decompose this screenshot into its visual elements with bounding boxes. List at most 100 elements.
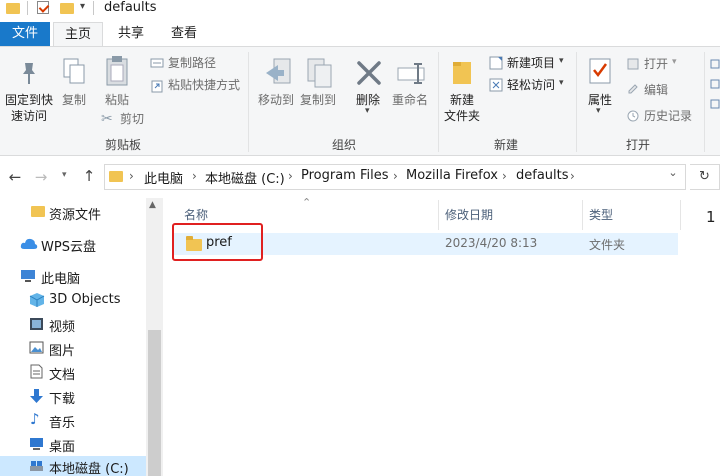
sidebar-item-wps-cloud[interactable]: WPS云盘 — [0, 232, 146, 256]
up-button[interactable]: ↑ — [80, 167, 98, 185]
rename-button[interactable]: 重命名 — [388, 92, 432, 108]
divider — [248, 52, 249, 152]
cut-button[interactable]: 剪切 — [120, 111, 144, 127]
breadcrumb-separator[interactable]: › — [288, 169, 293, 183]
select-group-icons[interactable] — [710, 58, 720, 118]
column-divider[interactable] — [582, 200, 583, 230]
easy-access-button[interactable]: 轻松访问 — [507, 77, 555, 93]
history-button[interactable]: 历史记录 — [644, 108, 692, 124]
open-dropdown-icon[interactable]: ▾ — [672, 57, 677, 67]
sidebar-item-desktop[interactable]: 桌面 — [0, 432, 146, 456]
file-date-modified: 2023/4/20 8:13 — [445, 236, 538, 250]
tab-file[interactable]: 文件 — [0, 22, 50, 46]
breadcrumb-defaults[interactable]: defaults — [516, 168, 569, 183]
paste-shortcut-button[interactable]: 粘贴快捷方式 — [168, 77, 240, 93]
picture-icon — [29, 341, 44, 354]
properties-quick-icon[interactable] — [37, 1, 49, 14]
address-history-chevron-icon[interactable]: ⌄ — [664, 166, 682, 179]
breadcrumb-separator[interactable]: › — [393, 169, 398, 183]
folder-icon — [109, 171, 123, 182]
document-icon — [30, 364, 43, 379]
divider — [438, 52, 439, 152]
new-item-dropdown-icon[interactable]: ▾ — [559, 56, 564, 66]
open-group-label: 打开 — [625, 138, 650, 152]
copy-button[interactable]: 复制 — [58, 92, 90, 108]
breadcrumb-program-files[interactable]: Program Files — [301, 168, 389, 183]
paste-button[interactable]: 粘贴 — [100, 92, 134, 108]
tab-view[interactable]: 查看 — [160, 22, 208, 46]
copy-to-button[interactable]: 复制到 — [298, 92, 338, 108]
new-folder-button-line2[interactable]: 文件夹 — [440, 108, 484, 124]
sidebar-item-pictures[interactable]: 图片 — [0, 336, 146, 360]
cube-icon — [29, 292, 45, 308]
organize-group-label: 组织 — [331, 138, 356, 152]
paste-shortcut-icon — [150, 79, 164, 93]
breadcrumb-separator[interactable]: › — [192, 169, 197, 183]
folder-icon — [6, 3, 20, 14]
breadcrumb-local-disk[interactable]: 本地磁盘 (C:) — [205, 168, 285, 187]
sidebar-item-music[interactable]: ♪ 音乐 — [0, 408, 146, 432]
open-icon — [627, 58, 639, 70]
forward-button[interactable]: → — [32, 168, 50, 186]
sidebar-item-documents[interactable]: 文档 — [0, 360, 146, 384]
pin-to-quick-access-button-line2[interactable]: 速访问 — [0, 108, 58, 124]
paste-icon — [104, 55, 130, 87]
new-group-label: 新建 — [493, 138, 518, 152]
breadcrumb-this-pc[interactable]: 此电脑 — [144, 168, 183, 187]
scissors-icon: ✂ — [101, 111, 113, 127]
easy-access-icon — [489, 78, 503, 92]
breadcrumb-mozilla-firefox[interactable]: Mozilla Firefox — [406, 168, 498, 183]
breadcrumb-separator[interactable]: › — [570, 169, 575, 183]
sort-ascending-icon: ⌃ — [302, 196, 312, 209]
history-icon — [627, 110, 639, 122]
sidebar-item-3d-objects[interactable]: 3D Objects — [0, 288, 146, 312]
sidebar-item-label: 文档 — [49, 368, 76, 383]
divider — [576, 52, 577, 152]
edit-button[interactable]: 编辑 — [644, 82, 668, 98]
refresh-button[interactable]: ↻ — [690, 164, 720, 190]
divider — [27, 1, 28, 15]
computer-icon — [20, 269, 36, 282]
new-item-icon — [489, 56, 503, 70]
sidebar-item-label: 桌面 — [49, 440, 76, 455]
column-divider[interactable] — [438, 200, 439, 230]
open-button[interactable]: 打开 — [644, 56, 668, 72]
column-divider[interactable] — [680, 200, 681, 230]
sidebar-scroll-thumb[interactable] — [148, 330, 161, 476]
sidebar-item-this-pc[interactable]: 此电脑 — [0, 264, 146, 288]
sidebar-item-label: 视频 — [49, 320, 76, 335]
sidebar-item-local-disk-c[interactable]: 本地磁盘 (C:) — [0, 456, 146, 476]
sidebar-item-label: WPS云盘 — [41, 240, 96, 255]
back-button[interactable]: ← — [6, 168, 24, 186]
delete-dropdown-icon[interactable]: ▾ — [365, 106, 370, 116]
column-header-name[interactable]: 名称 — [184, 206, 208, 223]
sidebar-item-label: 此电脑 — [41, 272, 81, 287]
sidebar-item-downloads[interactable]: 下载 — [0, 384, 146, 408]
video-icon — [29, 317, 44, 331]
breadcrumb-separator[interactable]: › — [129, 169, 134, 183]
new-folder-button-line1[interactable]: 新建 — [440, 92, 484, 108]
column-header-type[interactable]: 类型 — [589, 206, 613, 223]
divider — [704, 52, 705, 152]
pin-to-quick-access-button-line1[interactable]: 固定到快 — [0, 92, 58, 108]
copy-path-icon — [150, 57, 164, 69]
scroll-up-arrow-icon[interactable]: ▲ — [149, 200, 156, 210]
easy-access-dropdown-icon[interactable]: ▾ — [559, 78, 564, 88]
recent-locations-dropdown-icon[interactable]: ▾ — [62, 170, 67, 180]
copy-icon — [62, 57, 86, 87]
properties-dropdown-icon[interactable]: ▾ — [596, 106, 601, 116]
cloud-icon — [20, 237, 38, 250]
sidebar-item-label: 图片 — [49, 344, 76, 359]
tab-home[interactable]: 主页 — [53, 22, 103, 46]
new-item-button[interactable]: 新建项目 — [507, 55, 555, 71]
sidebar-item-resource-files[interactable]: 资源文件 — [0, 200, 146, 224]
column-header-date-modified[interactable]: 修改日期 — [445, 206, 493, 223]
sidebar-item-videos[interactable]: 视频 — [0, 312, 146, 336]
edit-icon — [627, 83, 639, 95]
quick-access-dropdown-icon[interactable]: ▾ — [80, 1, 85, 12]
breadcrumb-separator[interactable]: › — [502, 169, 507, 183]
tab-share[interactable]: 共享 — [107, 22, 155, 46]
new-folder-quick-icon[interactable] — [60, 3, 74, 14]
move-to-button[interactable]: 移动到 — [256, 92, 296, 108]
copy-path-button[interactable]: 复制路径 — [168, 55, 216, 71]
